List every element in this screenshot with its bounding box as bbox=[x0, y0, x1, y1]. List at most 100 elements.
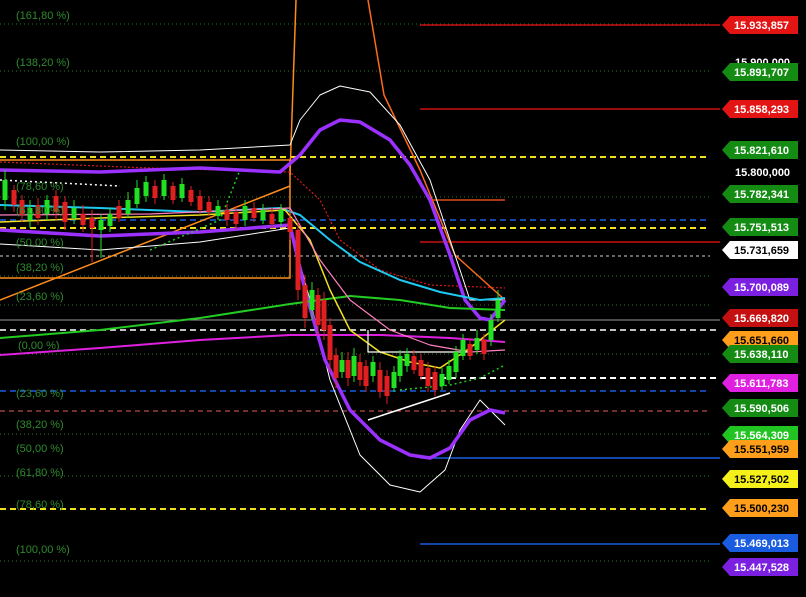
candle-body bbox=[269, 214, 275, 224]
fib-level-label: (100,00 %) bbox=[16, 544, 70, 556]
horizontal-levels bbox=[0, 23, 720, 562]
fib-level-label: (78,60 %) bbox=[16, 499, 64, 511]
price-tag: 15.469,013 bbox=[722, 534, 798, 552]
price-tag-value: 15.858,293 bbox=[734, 104, 789, 116]
candle-body bbox=[251, 208, 257, 218]
candle-body bbox=[363, 366, 369, 386]
candle-body bbox=[333, 355, 339, 378]
fib-level-label: (50,00 %) bbox=[16, 237, 64, 249]
price-tags: 15.933,857 15.891,707 15.858,293 15.821,610… bbox=[722, 16, 798, 576]
ma-green bbox=[0, 295, 506, 339]
ma-red bbox=[0, 161, 506, 289]
candle-body bbox=[357, 362, 363, 380]
price-tag-value: 15.611,783 bbox=[734, 378, 788, 390]
price-tag-value: 15.731,659 bbox=[734, 245, 789, 257]
price-tag: 15.638,110 bbox=[722, 345, 798, 363]
price-tag-value: 15.551,959 bbox=[734, 444, 789, 456]
candle-body bbox=[197, 196, 203, 210]
candle-body bbox=[71, 208, 77, 218]
price-tag: 15.933,857 bbox=[722, 16, 798, 34]
candle-body bbox=[351, 356, 357, 376]
price-tag: 15.611,783 bbox=[722, 374, 798, 392]
candle-body bbox=[481, 340, 487, 354]
candle-body bbox=[224, 210, 230, 220]
price-chart[interactable]: (161,80 %) (138,20 %) (100,00 %) (78,60 %) (… bbox=[0, 0, 806, 597]
fib-level-label: (50,00 %) bbox=[16, 443, 64, 455]
fib-level-label: (23,60 %) bbox=[16, 388, 64, 400]
candle-body bbox=[215, 206, 221, 216]
candle-body bbox=[460, 340, 466, 356]
candle-body bbox=[321, 300, 327, 330]
price-tag-value: 15.638,110 bbox=[734, 349, 788, 361]
candle-body bbox=[188, 190, 194, 202]
candle-body bbox=[391, 372, 397, 388]
candle-body bbox=[446, 366, 452, 380]
price-tag: 15.500,230 bbox=[722, 499, 798, 517]
candle-body bbox=[439, 374, 445, 386]
candle-body bbox=[339, 360, 345, 372]
candle-body bbox=[384, 376, 390, 396]
candle-body bbox=[302, 285, 308, 318]
fib-level-label: (0,00 %) bbox=[18, 340, 60, 352]
candle-body bbox=[125, 200, 131, 214]
price-tag-value: 15.590,506 bbox=[734, 403, 789, 415]
price-tag-value: 15.469,013 bbox=[734, 538, 789, 550]
price-tag: 15.821,610 bbox=[722, 141, 798, 159]
price-tag: 15.447,528 bbox=[722, 558, 798, 576]
candle-body bbox=[89, 218, 95, 228]
price-tag: 15.782,341 bbox=[722, 185, 798, 203]
candle-body bbox=[309, 290, 315, 310]
axis-tick-label: 15.800,000 bbox=[735, 167, 790, 179]
fib-level-label: (38,20 %) bbox=[16, 262, 64, 274]
candle-body bbox=[152, 186, 158, 198]
candle-body bbox=[260, 210, 266, 220]
candle-body bbox=[418, 360, 424, 376]
candle-body bbox=[170, 186, 176, 200]
candle-body bbox=[287, 218, 293, 232]
candle-body bbox=[467, 344, 473, 356]
indicator-lines bbox=[0, 0, 507, 493]
candle-body bbox=[345, 360, 351, 378]
price-tag-value: 15.782,341 bbox=[734, 189, 789, 201]
fib-level-label: (78,60 %) bbox=[16, 181, 64, 193]
price-tag-value: 15.447,528 bbox=[734, 562, 789, 574]
price-tag: 15.700,089 bbox=[722, 278, 798, 296]
fib-level-label: (38,20 %) bbox=[16, 419, 64, 431]
price-tag: 15.551,959 bbox=[722, 440, 798, 458]
price-tag-value: 15.500,230 bbox=[734, 503, 789, 515]
bollinger-lower bbox=[0, 227, 506, 493]
candle-body bbox=[495, 300, 501, 318]
price-tag: 15.669,820 bbox=[722, 309, 798, 327]
candle-body bbox=[233, 212, 239, 224]
candle-body bbox=[2, 180, 8, 200]
price-tag-value: 15.821,610 bbox=[734, 145, 789, 157]
price-tag-value: 15.669,820 bbox=[734, 313, 789, 325]
candle-body bbox=[397, 356, 403, 376]
candle-body bbox=[432, 372, 438, 390]
candle-body bbox=[80, 214, 86, 225]
fib-level-label: (100,00 %) bbox=[16, 136, 70, 148]
candle-body bbox=[98, 220, 104, 230]
candle-body bbox=[161, 180, 167, 196]
candle-body bbox=[134, 188, 140, 204]
candle-body bbox=[411, 356, 417, 370]
candle-body bbox=[107, 214, 113, 226]
candle-body bbox=[278, 210, 284, 222]
candle-body bbox=[377, 370, 383, 392]
spike-line bbox=[289, 0, 297, 176]
price-tag-value: 15.700,089 bbox=[734, 282, 789, 294]
candle-body bbox=[453, 352, 459, 372]
price-tag: 15.731,659 bbox=[722, 241, 798, 259]
candle-body bbox=[425, 368, 431, 386]
candle-body bbox=[143, 182, 149, 196]
candle-body bbox=[488, 320, 494, 340]
fib-level-label: (161,80 %) bbox=[16, 10, 70, 22]
fib-level-label: (61,80 %) bbox=[16, 467, 64, 479]
candle-body bbox=[315, 295, 321, 325]
fib-level-label: (23,60 %) bbox=[16, 291, 64, 303]
price-tag-value: 15.527,502 bbox=[734, 474, 789, 486]
fib-level-label: (61,80 %) bbox=[16, 205, 64, 217]
candle-body bbox=[206, 202, 212, 212]
price-tag: 15.858,293 bbox=[722, 100, 798, 118]
price-tag: 15.527,502 bbox=[722, 470, 798, 488]
